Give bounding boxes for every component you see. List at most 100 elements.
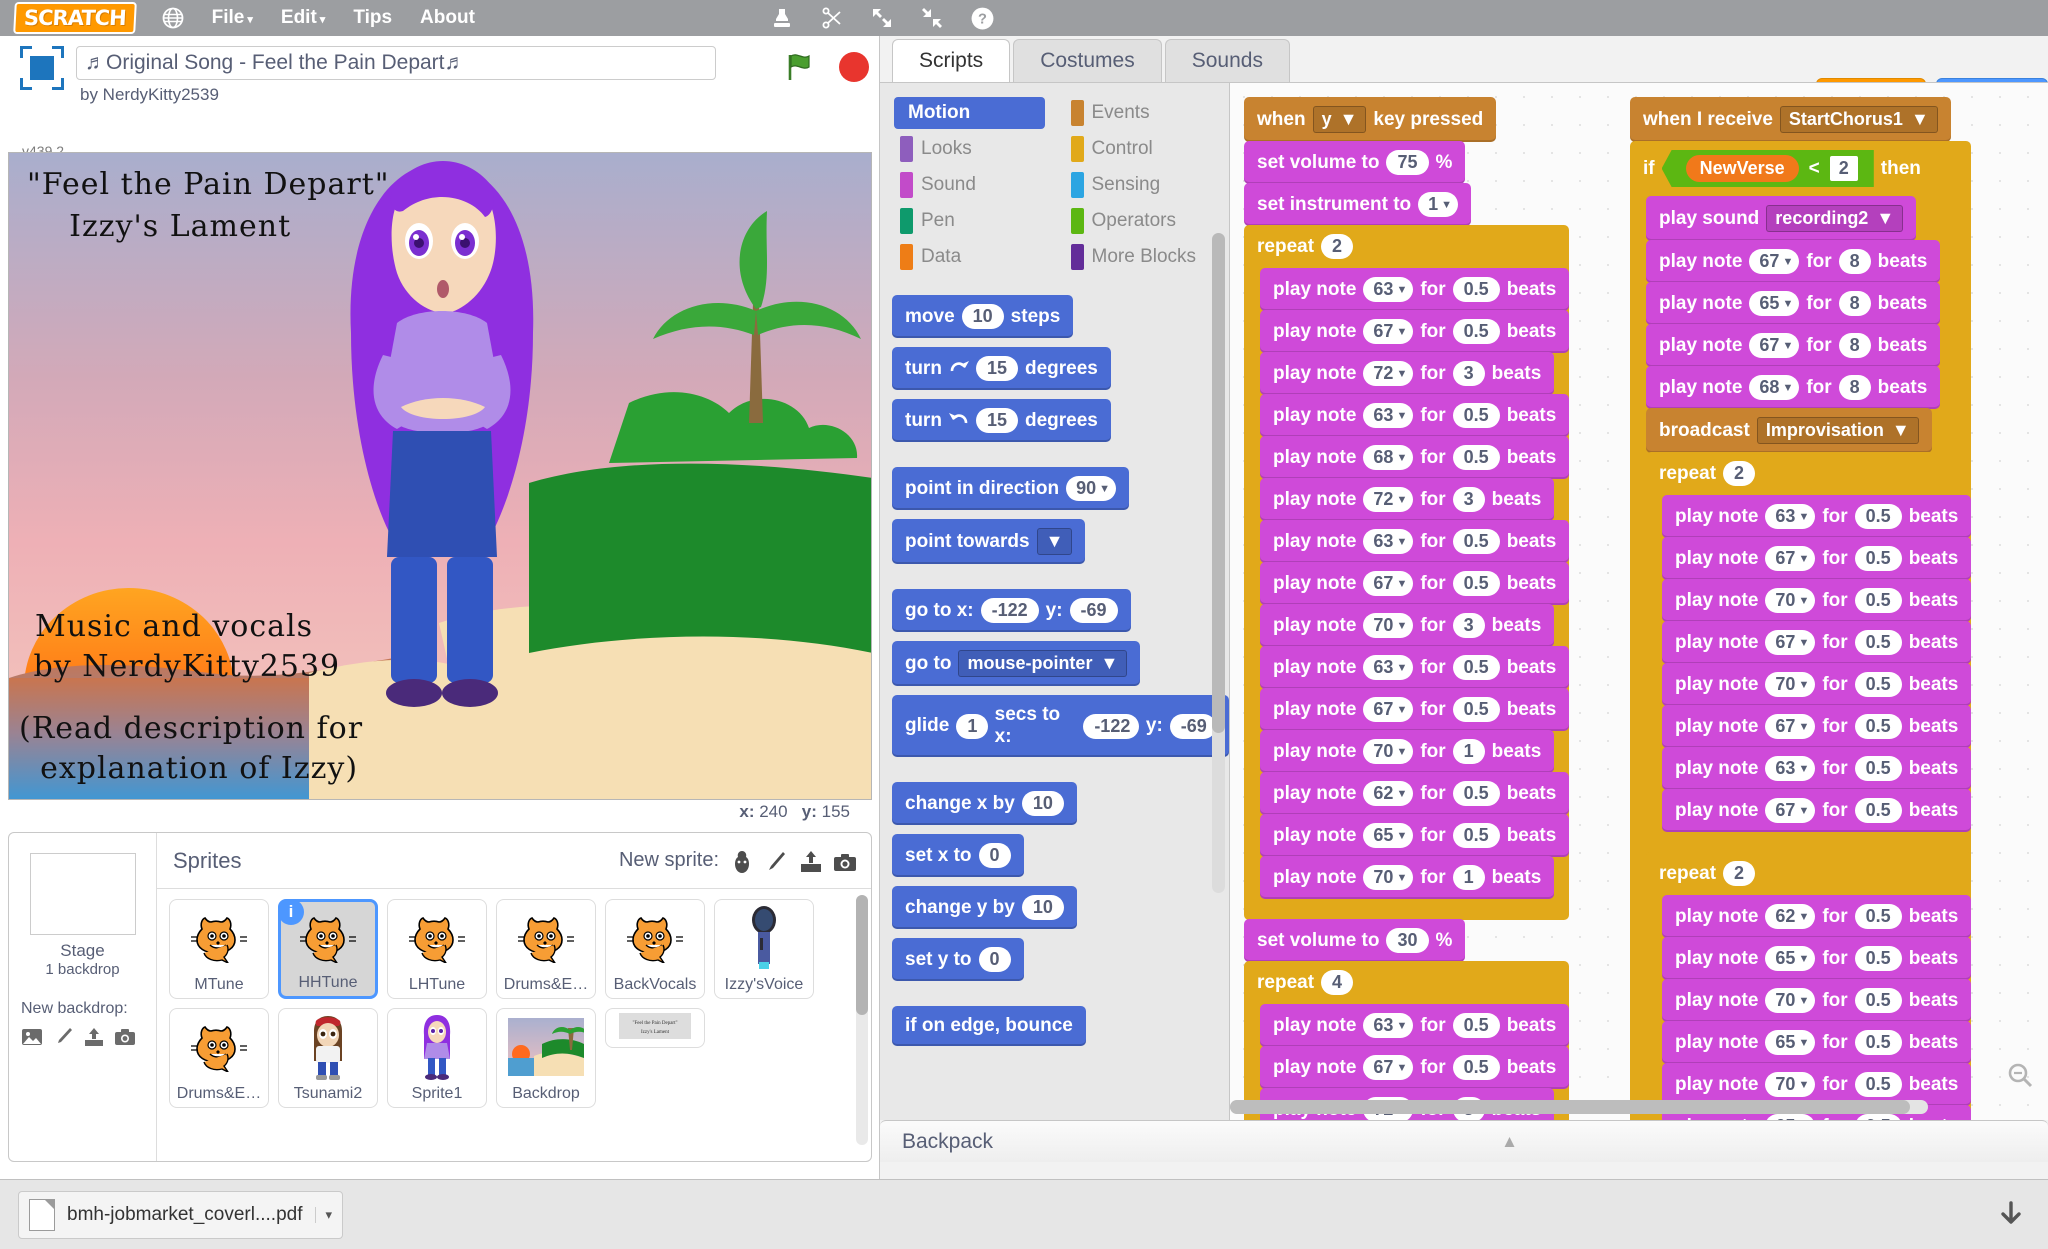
palette-block[interactable]: glide 1 secs to x: -122 y: -69 bbox=[892, 695, 1229, 757]
repeat-count-input[interactable]: 2 bbox=[1321, 234, 1354, 259]
sprite-scrollbar[interactable] bbox=[856, 895, 868, 1145]
variable-newverse[interactable]: NewVerse bbox=[1685, 155, 1799, 182]
beats-input[interactable]: 0.5 bbox=[1854, 672, 1902, 697]
sprite-item-mtune[interactable]: MTune bbox=[169, 899, 269, 999]
sprite-item-drumse[interactable]: Drums&E… bbox=[496, 899, 596, 999]
project-title-input[interactable] bbox=[76, 46, 716, 80]
category-pen[interactable]: Pen bbox=[894, 205, 1045, 237]
play-note-block[interactable]: play note 63 ▼ for 0.5 beats bbox=[1260, 268, 1570, 311]
palette-block[interactable]: go to mouse-pointer ▼ bbox=[892, 641, 1141, 686]
play-note-block[interactable]: play note 67 ▼ for 0.5 beats bbox=[1662, 537, 1972, 580]
broadcast-dropdown[interactable]: Improvisation ▼ bbox=[1756, 417, 1919, 444]
play-note-block[interactable]: play note 68 ▼ for 8 beats bbox=[1646, 366, 1941, 409]
play-note-block[interactable]: play note 67 ▼ for 0.5 beats bbox=[1260, 310, 1570, 353]
beats-input[interactable]: 0.5 bbox=[1854, 1030, 1902, 1055]
stamp-icon[interactable] bbox=[770, 6, 794, 30]
less-than-operator[interactable]: NewVerse <2 bbox=[1661, 150, 1874, 187]
picture-library-icon[interactable] bbox=[21, 1026, 43, 1048]
palette-block[interactable]: set x to 0 bbox=[892, 834, 1024, 877]
note-dropdown[interactable]: 62 ▼ bbox=[1765, 904, 1816, 929]
play-note-block[interactable]: play note 67 ▼ for 8 beats bbox=[1646, 240, 1941, 283]
note-dropdown[interactable]: 68 ▼ bbox=[1363, 445, 1414, 470]
beats-input[interactable]: 3 bbox=[1452, 487, 1485, 512]
grow-icon[interactable] bbox=[870, 6, 894, 30]
beats-input[interactable]: 3 bbox=[1452, 613, 1485, 638]
note-dropdown[interactable]: 65▼ bbox=[1749, 291, 1800, 316]
beats-input[interactable]: 0.5 bbox=[1452, 1013, 1500, 1038]
category-looks[interactable]: Looks bbox=[894, 133, 1045, 165]
play-note-block[interactable]: play note 67 ▼ for 0.5 beats bbox=[1260, 1046, 1570, 1089]
sprite-library-icon[interactable] bbox=[731, 850, 753, 873]
beats-input[interactable]: 0.5 bbox=[1452, 781, 1500, 806]
sprite-item-tsunami2[interactable]: Tsunami2 bbox=[278, 1008, 378, 1108]
menu-edit[interactable]: Edit ▾ bbox=[281, 7, 325, 29]
repeat-count-input[interactable]: 2 bbox=[1723, 861, 1756, 886]
beats-input[interactable]: 0.5 bbox=[1854, 630, 1902, 655]
beats-input[interactable]: 0.5 bbox=[1452, 403, 1500, 428]
block-number-input[interactable]: 75 bbox=[1386, 150, 1429, 175]
play-note-block[interactable]: play note 72▼ for 3 beats bbox=[1260, 352, 1555, 395]
play-note-block[interactable]: play note 70 ▼ for 3 beats bbox=[1260, 604, 1555, 647]
note-dropdown[interactable]: 67 ▼ bbox=[1749, 249, 1800, 274]
block-number-input[interactable]: 15 bbox=[975, 356, 1018, 381]
note-dropdown[interactable]: 67 ▼ bbox=[1749, 333, 1800, 358]
block-number-input[interactable]: 30 bbox=[1386, 928, 1429, 953]
play-note-block[interactable]: play note 70 ▼ for 1 beats bbox=[1260, 856, 1555, 899]
beats-input[interactable]: 8 bbox=[1838, 291, 1871, 316]
note-dropdown[interactable]: 70 ▼ bbox=[1363, 865, 1414, 890]
palette-scrollbar[interactable] bbox=[1212, 233, 1225, 893]
category-more-blocks[interactable]: More Blocks bbox=[1065, 241, 1216, 273]
category-operators[interactable]: Operators bbox=[1065, 205, 1216, 237]
repeat-block[interactable]: repeat 4 play note 63 ▼ for 0.5 beats play note 6… bbox=[1244, 961, 1570, 1120]
zoom-controls[interactable] bbox=[2006, 1061, 2034, 1094]
repeat-count-input[interactable]: 4 bbox=[1321, 970, 1354, 995]
if-header[interactable]: if NewVerse <2 then bbox=[1630, 141, 1971, 196]
palette-block[interactable]: point in direction 90 ▼ bbox=[892, 467, 1130, 510]
note-dropdown[interactable]: 67 ▼ bbox=[1765, 714, 1816, 739]
play-note-block[interactable]: play note 63 ▼ for 0.5 beats bbox=[1260, 520, 1570, 563]
palette-block[interactable]: change y by 10 bbox=[892, 886, 1077, 929]
shrink-icon[interactable] bbox=[920, 6, 944, 30]
backpack-bar[interactable]: Backpack ▲ bbox=[880, 1120, 2048, 1162]
note-dropdown[interactable]: 70 ▼ bbox=[1363, 613, 1414, 638]
repeat-header[interactable]: repeat 2 bbox=[1646, 852, 1971, 895]
beats-input[interactable]: 8 bbox=[1838, 249, 1871, 274]
download-arrow-icon[interactable] bbox=[1992, 1196, 2030, 1234]
beats-input[interactable]: 0.5 bbox=[1452, 1055, 1500, 1080]
palette-block[interactable]: point towards ▼ bbox=[892, 519, 1086, 564]
play-note-block[interactable]: play note 65 ▼ for 8 beats bbox=[1646, 282, 1941, 325]
palette-block[interactable]: turn 15 degrees bbox=[892, 347, 1111, 390]
message-dropdown[interactable]: StartChorus1 ▼ bbox=[1779, 106, 1938, 133]
broadcast-block[interactable]: broadcast Improvisation ▼ bbox=[1646, 408, 1932, 453]
block-dropdown[interactable]: ▼ bbox=[1036, 528, 1073, 555]
beats-input[interactable]: 0.5 bbox=[1452, 319, 1500, 344]
upload-icon[interactable] bbox=[83, 1026, 105, 1048]
category-data[interactable]: Data bbox=[894, 241, 1045, 273]
note-dropdown[interactable]: 70 ▼ bbox=[1765, 988, 1816, 1013]
play-note-block[interactable]: play note 67 ▼ for 0.5 beats bbox=[1260, 688, 1570, 731]
play-note-block[interactable]: play note 65▼ for 0.5 beats bbox=[1260, 814, 1570, 857]
palette-block[interactable]: go to x: -122 y: -69 bbox=[892, 589, 1131, 632]
note-dropdown[interactable]: 70 ▼ bbox=[1765, 1072, 1816, 1097]
note-dropdown[interactable]: 67 ▼ bbox=[1765, 798, 1816, 823]
stop-sign-icon[interactable] bbox=[839, 52, 869, 82]
note-dropdown[interactable]: 67 ▼ bbox=[1765, 546, 1816, 571]
play-note-block[interactable]: play note 70 ▼ for 0.5 beats bbox=[1662, 663, 1972, 706]
block-number-input[interactable]: -69 bbox=[1069, 598, 1118, 623]
download-item[interactable]: bmh-jobmarket_coverl....pdf ▾ bbox=[18, 1190, 344, 1239]
beats-input[interactable]: 0.5 bbox=[1854, 798, 1902, 823]
note-dropdown[interactable]: 68 ▼ bbox=[1749, 375, 1800, 400]
note-dropdown[interactable]: 70 ▼ bbox=[1765, 588, 1816, 613]
script-stack-left[interactable]: when y ▼ key pressed set volume to 75% set ins… bbox=[1244, 97, 1570, 1120]
stage-canvas[interactable]: "Feel the Pain Depart" Izzy's Lament Mus… bbox=[8, 152, 872, 800]
play-note-block[interactable]: play note 67 ▼ for 8 beats bbox=[1646, 324, 1941, 367]
beats-input[interactable]: 0.5 bbox=[1854, 546, 1902, 571]
scripts-horizontal-scrollbar[interactable] bbox=[1230, 1100, 1928, 1114]
beats-input[interactable]: 0.5 bbox=[1854, 1072, 1902, 1097]
play-note-block[interactable]: play note 67 ▼ for 0.5 beats bbox=[1260, 562, 1570, 605]
block-number-input[interactable]: -69 bbox=[1169, 713, 1217, 739]
beats-input[interactable]: 0.5 bbox=[1452, 529, 1500, 554]
block-number-input[interactable]: -122 bbox=[980, 598, 1039, 623]
block-dropdown[interactable]: mouse-pointer ▼ bbox=[958, 650, 1128, 677]
sprite-item-overflow[interactable]: "Feel the Pain Depart" Izzy's Lament bbox=[605, 1008, 705, 1048]
